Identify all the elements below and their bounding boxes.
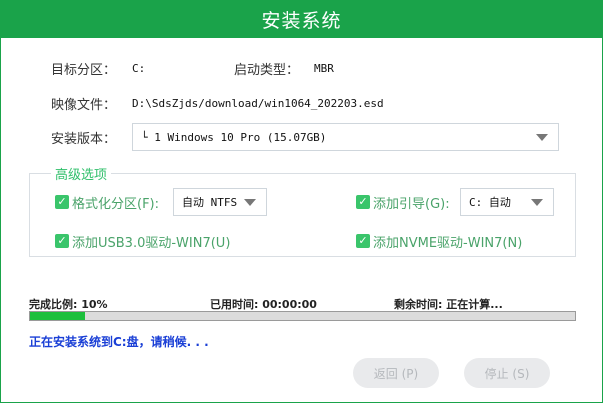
- stop-button[interactable]: 停止 (S): [464, 358, 550, 388]
- back-button[interactable]: 返回 (P): [353, 358, 439, 388]
- usb3-driver-checkbox[interactable]: ✓: [55, 234, 69, 248]
- boot-type-value: MBR: [314, 62, 334, 75]
- format-partition-checkbox[interactable]: ✓: [55, 195, 69, 209]
- checkmark-icon: ✓: [358, 195, 368, 208]
- image-file-label: 映像文件：: [51, 98, 117, 113]
- progress-bar: [29, 311, 576, 321]
- install-version-label: 安装版本：: [51, 132, 117, 147]
- target-partition-value: C:: [132, 62, 146, 75]
- chevron-down-icon: [531, 199, 543, 206]
- remaining-time: 剩余时间: 正在计算...: [394, 298, 503, 311]
- installer-window: 安装系统 目标分区： C: 启动类型： MBR 映像文件： D:\SdsZjds…: [0, 0, 603, 403]
- nvme-driver-label: 添加NVME驱动-WIN7(N): [373, 236, 523, 251]
- install-version-select[interactable]: └ 1 Windows 10 Pro (15.07GB): [132, 123, 559, 151]
- add-boot-label: 添加引导(G):: [373, 197, 450, 212]
- chevron-down-icon: [536, 134, 548, 141]
- format-partition-value: 自动 NTFS: [182, 196, 238, 209]
- completion-ratio: 完成比例: 10%: [29, 298, 108, 311]
- status-message: 正在安装系统到C:盘，请稍候. . .: [29, 335, 209, 349]
- image-file-value: D:\SdsZjds/download/win1064_202203.esd: [132, 97, 384, 110]
- checkmark-icon: ✓: [57, 195, 67, 208]
- install-version-value: └ 1 Windows 10 Pro (15.07GB): [141, 130, 327, 144]
- add-boot-checkbox[interactable]: ✓: [356, 195, 370, 209]
- format-partition-label: 格式化分区(F):: [72, 197, 160, 212]
- progress-bar-fill: [30, 312, 85, 320]
- usb3-driver-label: 添加USB3.0驱动-WIN7(U): [72, 236, 231, 251]
- format-partition-select[interactable]: 自动 NTFS: [173, 188, 267, 216]
- add-boot-value: C: 自动: [469, 196, 511, 209]
- chevron-down-icon: [244, 199, 256, 206]
- add-boot-select[interactable]: C: 自动: [460, 188, 554, 216]
- advanced-options-title: 高级选项: [51, 164, 112, 183]
- boot-type-label: 启动类型：: [234, 63, 300, 78]
- checkmark-icon: ✓: [358, 234, 368, 247]
- target-partition-label: 目标分区：: [51, 63, 117, 78]
- window-title: 安装系统: [1, 1, 602, 38]
- nvme-driver-checkbox[interactable]: ✓: [356, 234, 370, 248]
- elapsed-time: 已用时间: 00:00:00: [210, 298, 317, 311]
- checkmark-icon: ✓: [57, 234, 67, 247]
